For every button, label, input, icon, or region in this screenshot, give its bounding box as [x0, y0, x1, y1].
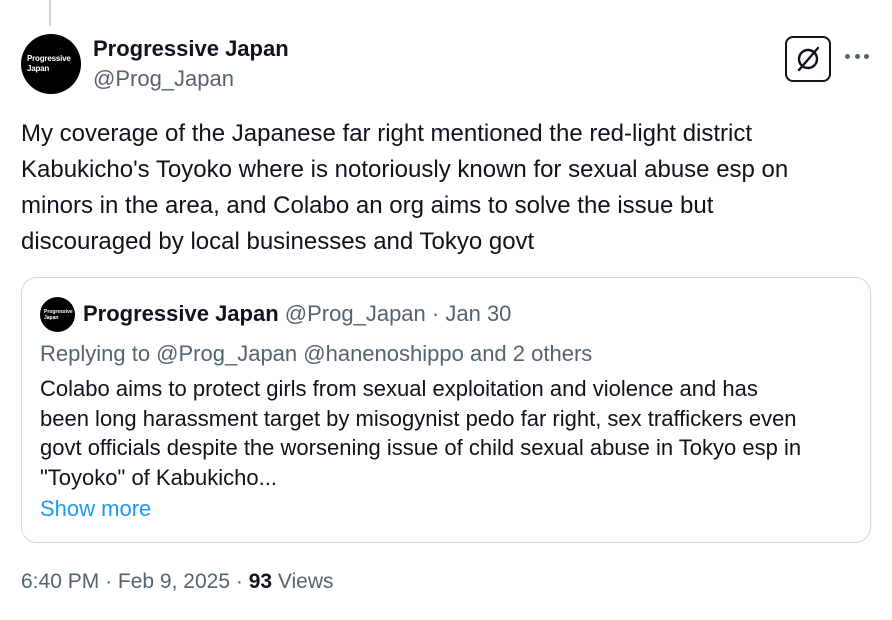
quoted-replying-to: Replying to @Prog_Japan @hanenoshippo an…	[40, 341, 593, 366]
quoted-author-name: Progressive Japan	[83, 301, 279, 326]
meta-separator-1: ·	[105, 570, 113, 593]
post-date[interactable]: Feb 9, 2025	[118, 570, 230, 593]
more-dots-icon[interactable]	[845, 46, 869, 66]
post-metadata: 6:40 PM · Feb 9, 2025 · 93 Views	[21, 568, 334, 596]
quoted-author-avatar: Progressive Japan	[40, 297, 75, 332]
meta-separator-2: ·	[235, 570, 243, 593]
avatar-text-line2: Japan	[27, 64, 50, 73]
author-avatar[interactable]: Progressive Japan	[21, 34, 81, 94]
quoted-post-card[interactable]: Progressive Japan Progressive Japan @Pro…	[21, 277, 871, 543]
grok-button[interactable]	[785, 36, 831, 82]
views-label: Views	[277, 570, 334, 593]
avatar-text-line1: Progressive	[27, 54, 71, 63]
author-name[interactable]: Progressive Japan	[93, 36, 289, 62]
post-time[interactable]: 6:40 PM	[21, 570, 99, 593]
quoted-separator: ·	[431, 301, 440, 326]
quoted-author-handle: @Prog_Japan	[284, 301, 426, 326]
author-handle[interactable]: @Prog_Japan	[93, 66, 234, 92]
thread-connector-line	[49, 0, 51, 26]
show-more-link[interactable]: Show more	[40, 495, 151, 523]
quoted-post-text: Colabo aims to protect girls from sexual…	[40, 376, 802, 490]
views-count: 93	[248, 570, 273, 593]
quoted-avatar-text-line2: Japan	[44, 314, 59, 321]
quoted-post-header: Progressive Japan @Prog_Japan · Jan 30	[83, 300, 511, 328]
quoted-post-date: Jan 30	[445, 301, 512, 326]
post-text: My coverage of the Japanese far right me…	[21, 120, 789, 255]
grok-icon	[797, 46, 820, 72]
